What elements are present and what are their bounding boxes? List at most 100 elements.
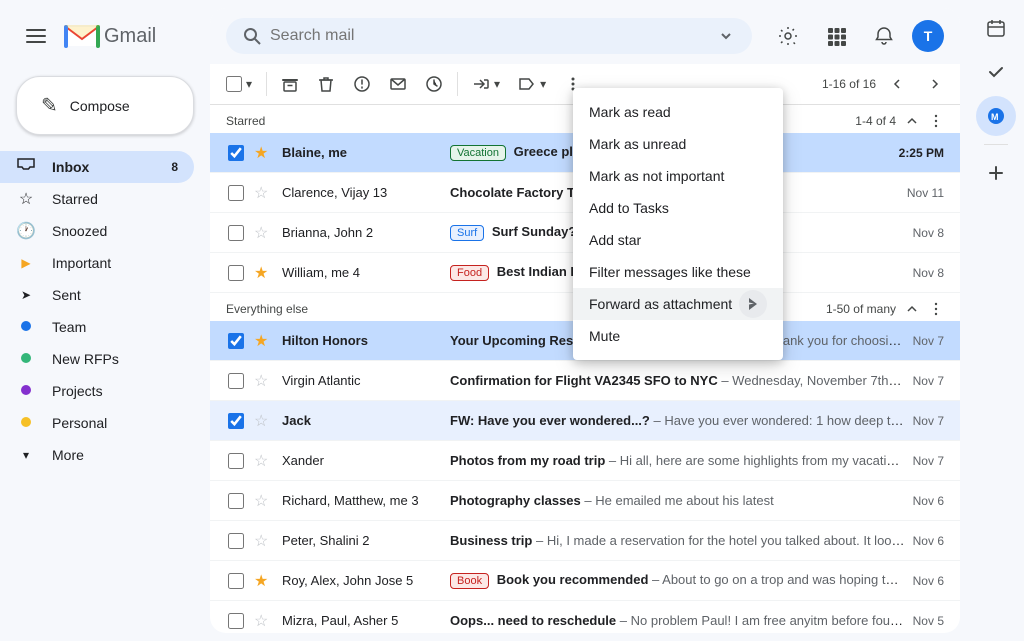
- move-button[interactable]: ▾: [464, 68, 508, 100]
- notifications-icon[interactable]: [864, 16, 904, 56]
- email-checkbox[interactable]: [226, 613, 246, 629]
- email-subject: Confirmation for Flight VA2345 SFO to NY…: [450, 373, 718, 388]
- email-sender: Blaine, me: [282, 145, 442, 160]
- star-icon[interactable]: ★: [254, 263, 274, 283]
- dropdown-item-mark-not-important[interactable]: Mark as not important: [573, 160, 783, 192]
- email-checkbox[interactable]: [226, 493, 246, 509]
- dropdown-item-label: Add to Tasks: [589, 200, 669, 216]
- sent-label: Sent: [52, 287, 178, 303]
- email-checkbox[interactable]: [226, 373, 246, 389]
- email-date: Nov 8: [913, 266, 944, 280]
- sidebar-item-personal[interactable]: Personal: [0, 407, 194, 439]
- starred-icon: ☆: [16, 189, 36, 209]
- search-input[interactable]: [270, 27, 708, 45]
- chevron-right-icon: [926, 75, 944, 93]
- dropdown-item-mark-unread[interactable]: Mark as unread: [573, 128, 783, 160]
- sidebar-item-team[interactable]: Team: [0, 311, 194, 343]
- starred-more-icon[interactable]: [928, 113, 944, 129]
- star-icon[interactable]: ★: [254, 331, 274, 351]
- dropdown-item-add-tasks[interactable]: Add to Tasks: [573, 192, 783, 224]
- dropdown-item-add-star[interactable]: Add star: [573, 224, 783, 256]
- avatar[interactable]: T: [912, 20, 944, 52]
- sidebar-item-important[interactable]: ▶ Important: [0, 247, 194, 279]
- chevron-left-icon: [888, 75, 906, 93]
- snooze-button[interactable]: [417, 68, 451, 100]
- email-checkbox[interactable]: [226, 185, 246, 201]
- select-button[interactable]: ▾: [218, 68, 260, 100]
- email-tag: Vacation: [450, 145, 506, 161]
- email-button[interactable]: [381, 68, 415, 100]
- sidebar-item-snoozed[interactable]: 🕐 Snoozed: [0, 215, 194, 247]
- toolbar-separator-1: [266, 72, 267, 96]
- star-icon[interactable]: ☆: [254, 611, 274, 631]
- star-icon[interactable]: ☆: [254, 491, 274, 511]
- add-apps-icon[interactable]: [976, 153, 1016, 193]
- sidebar-item-projects[interactable]: Projects: [0, 375, 194, 407]
- search-box[interactable]: [226, 18, 752, 54]
- star-icon[interactable]: ☆: [254, 531, 274, 551]
- dropdown-item-forward-attachment[interactable]: Forward as attachment: [573, 288, 783, 320]
- email-row[interactable]: ☆ Richard, Matthew, me 3 Photography cla…: [210, 481, 960, 521]
- apps-icon[interactable]: [816, 16, 856, 56]
- sidebar-item-newrfps[interactable]: New RFPs: [0, 343, 194, 375]
- email-checkbox[interactable]: [226, 225, 246, 241]
- email-checkbox[interactable]: [226, 333, 246, 349]
- plus-icon: ✎: [41, 93, 58, 118]
- dropdown-item-label: Mute: [589, 328, 620, 344]
- email-checkbox[interactable]: [226, 413, 246, 429]
- star-icon[interactable]: ☆: [254, 411, 274, 431]
- team-dot-icon: [16, 318, 36, 336]
- tasks-icon[interactable]: [976, 52, 1016, 92]
- star-icon[interactable]: ★: [254, 143, 274, 163]
- dropdown-item-mute[interactable]: Mute: [573, 320, 783, 352]
- toolbar-pagination: 1-16 of 16: [822, 68, 952, 100]
- star-icon[interactable]: ☆: [254, 183, 274, 203]
- chevron-down-icon[interactable]: ▾: [246, 77, 252, 91]
- email-row[interactable]: ★ Roy, Alex, John Jose 5 Book Book you r…: [210, 561, 960, 601]
- email-row[interactable]: ☆ Jack FW: Have you ever wondered...? – …: [210, 401, 960, 441]
- archive-button[interactable]: [273, 68, 307, 100]
- hamburger-icon[interactable]: [16, 16, 56, 56]
- email-checkbox[interactable]: [226, 453, 246, 469]
- email-date: Nov 7: [913, 334, 944, 348]
- email-checkbox[interactable]: [226, 145, 246, 161]
- settings-icon[interactable]: [768, 16, 808, 56]
- compose-button[interactable]: ✎ Compose: [16, 76, 194, 135]
- dropdown-menu: Mark as read Mark as unread Mark as not …: [573, 88, 783, 360]
- sidebar-item-inbox[interactable]: Inbox 8: [0, 151, 194, 183]
- email-date: Nov 8: [913, 226, 944, 240]
- next-page-button[interactable]: [918, 68, 952, 100]
- email-checkbox[interactable]: [226, 573, 246, 589]
- star-icon[interactable]: ☆: [254, 371, 274, 391]
- delete-button[interactable]: [309, 68, 343, 100]
- calendar-icon[interactable]: [976, 8, 1016, 48]
- dropdown-item-mark-read[interactable]: Mark as read: [573, 96, 783, 128]
- email-sender: Virgin Atlantic: [282, 373, 442, 388]
- dropdown-item-filter-messages[interactable]: Filter messages like these: [573, 256, 783, 288]
- compose-label: Compose: [70, 98, 130, 114]
- email-row[interactable]: ☆ Virgin Atlantic Confirmation for Fligh…: [210, 361, 960, 401]
- email-checkbox[interactable]: [226, 265, 246, 281]
- email-row[interactable]: ☆ Xander Photos from my road trip – Hi a…: [210, 441, 960, 481]
- label-button[interactable]: ▾: [510, 68, 554, 100]
- star-icon[interactable]: ☆: [254, 451, 274, 471]
- email-row[interactable]: ☆ Mizra, Paul, Asher 5 Oops... need to r…: [210, 601, 960, 633]
- starred-collapse-icon[interactable]: [904, 113, 920, 129]
- sidebar-item-starred[interactable]: ☆ Starred: [0, 183, 194, 215]
- star-icon[interactable]: ★: [254, 571, 274, 591]
- spam-button[interactable]: [345, 68, 379, 100]
- email-checkbox[interactable]: [226, 533, 246, 549]
- search-dropdown-icon[interactable]: [716, 26, 736, 46]
- everything-more-icon[interactable]: [928, 301, 944, 317]
- sidebar-item-more[interactable]: ▾ More: [0, 439, 194, 471]
- everything-collapse-icon[interactable]: [904, 301, 920, 317]
- email-sender: Richard, Matthew, me 3: [282, 493, 442, 508]
- email-date: Nov 6: [913, 534, 944, 548]
- sidebar-item-sent[interactable]: ➤ Sent: [0, 279, 194, 311]
- prev-page-button[interactable]: [880, 68, 914, 100]
- star-icon[interactable]: ☆: [254, 223, 274, 243]
- google-meet-icon[interactable]: M: [976, 96, 1016, 136]
- everything-section-controls: 1-50 of many: [826, 301, 944, 317]
- email-row[interactable]: ☆ Peter, Shalini 2 Business trip – Hi, I…: [210, 521, 960, 561]
- select-all-checkbox[interactable]: [226, 76, 242, 92]
